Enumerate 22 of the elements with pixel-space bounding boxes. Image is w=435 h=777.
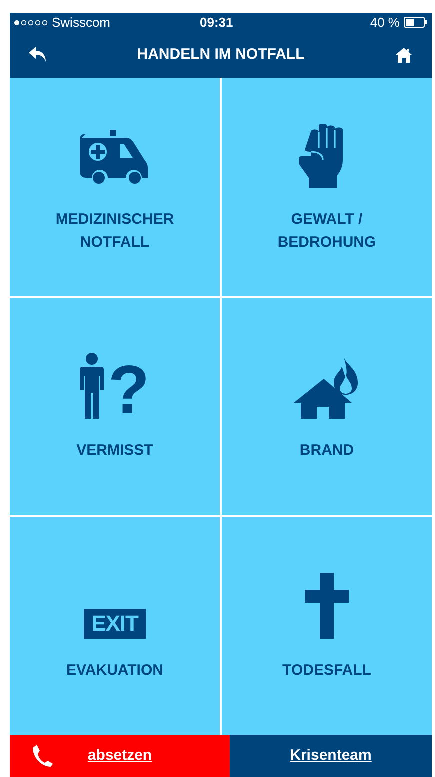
signal-icon [14, 20, 50, 26]
carrier-name: Swisscom [52, 14, 111, 32]
category-tile[interactable]: EXIT EVAKUATION [10, 517, 220, 735]
category-tile[interactable]: TODESFALL [222, 517, 432, 735]
screen-title: HANDELN IM NOTFALL [136, 44, 306, 65]
phone-icon [32, 744, 54, 768]
category-tile[interactable]: MEDIZINISCHER NOTFALL [10, 78, 220, 296]
burning-house-icon [294, 356, 360, 419]
category-tile[interactable]: GEWALT / BEDROHUNG [222, 78, 432, 296]
home-icon [396, 48, 412, 62]
back-arrow-icon [29, 47, 47, 63]
category-tile[interactable]: BRAND [222, 298, 432, 516]
clock: 09:31 [200, 14, 234, 32]
battery-icon [404, 17, 428, 28]
category-tile[interactable]: ? VERMISST [10, 298, 220, 516]
battery-level: 40 % [370, 14, 400, 32]
person-icon [80, 352, 104, 419]
exit-sign: EXIT [84, 608, 146, 639]
question-mark: ? [108, 360, 150, 419]
call-button[interactable]: absetzen [10, 735, 230, 777]
crisis-team-button[interactable]: Krisenteam [230, 735, 432, 777]
cross-icon [305, 572, 349, 639]
